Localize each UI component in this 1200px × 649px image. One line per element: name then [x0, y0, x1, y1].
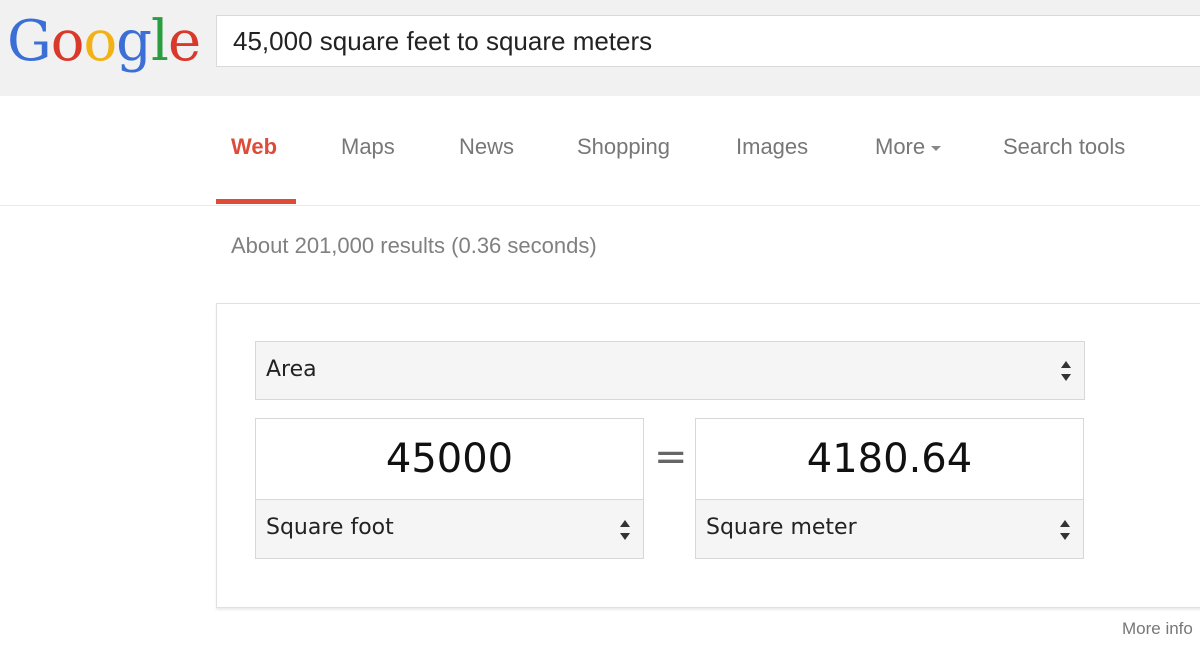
- tab-more[interactable]: More: [875, 134, 942, 160]
- category-select-label: Area: [266, 357, 317, 382]
- to-unit-select[interactable]: Square meter: [695, 499, 1084, 559]
- search-box[interactable]: [216, 15, 1200, 67]
- search-input[interactable]: [233, 16, 1200, 66]
- google-logo[interactable]: Google: [7, 6, 201, 78]
- category-select[interactable]: Area: [255, 341, 1085, 400]
- caret-down-icon: [931, 145, 942, 151]
- from-unit-select[interactable]: Square foot: [255, 499, 644, 559]
- logo-letter: G: [7, 9, 52, 74]
- tab-shopping[interactable]: Shopping: [577, 134, 670, 160]
- select-arrows-icon: [619, 519, 631, 541]
- to-unit-box: Square meter: [695, 418, 1084, 559]
- logo-letter: g: [116, 9, 152, 74]
- result-stats: About 201,000 results (0.36 seconds): [231, 233, 597, 258]
- tab-web[interactable]: Web: [231, 134, 277, 160]
- search-nav-tabs: Web Maps News Shopping Images More Searc…: [0, 96, 1200, 206]
- logo-letter: e: [167, 9, 201, 74]
- to-value-input[interactable]: [696, 419, 1083, 499]
- to-unit-label: Square meter: [706, 515, 857, 540]
- logo-letter: l: [151, 9, 169, 74]
- more-info-link[interactable]: More info: [1122, 619, 1193, 639]
- from-value-input[interactable]: [256, 419, 643, 499]
- tab-search-tools[interactable]: Search tools: [1003, 134, 1125, 160]
- active-tab-indicator: [216, 199, 296, 204]
- tab-news[interactable]: News: [459, 134, 514, 160]
- tab-more-label: More: [875, 134, 926, 159]
- tab-images[interactable]: Images: [736, 134, 808, 160]
- unit-converter-card: Area Square foot = Square meter: [216, 303, 1200, 608]
- search-results-page: Google Web Maps News Shopping Images Mor…: [0, 0, 1200, 649]
- from-unit-box: Square foot: [255, 418, 644, 559]
- select-arrows-icon: [1060, 360, 1072, 382]
- select-arrows-icon: [1059, 519, 1071, 541]
- logo-letter: o: [50, 9, 85, 74]
- tab-maps[interactable]: Maps: [341, 134, 395, 160]
- header-bar: Google: [0, 0, 1200, 96]
- equals-sign: =: [654, 434, 688, 480]
- from-unit-label: Square foot: [266, 515, 394, 540]
- logo-letter: o: [83, 9, 117, 74]
